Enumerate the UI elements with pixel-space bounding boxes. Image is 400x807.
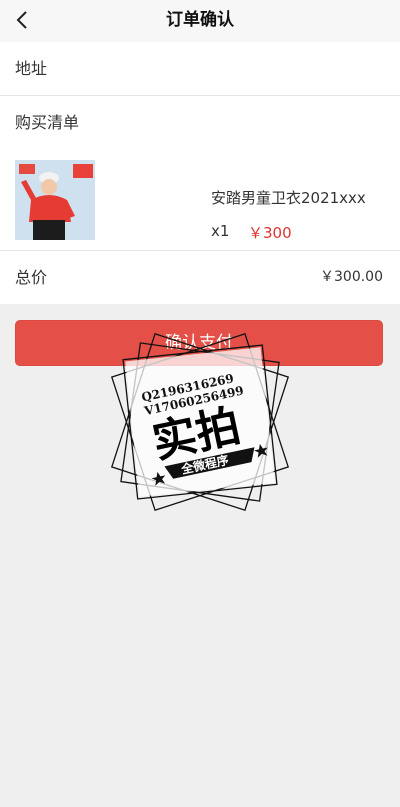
total-amount: ￥300.00 xyxy=(320,269,383,285)
product-thumbnail xyxy=(15,160,95,240)
purchase-list-header: 购买清单 xyxy=(0,96,400,149)
watermark-stamp: Q2196316269 V17060256499 实拍 全微程序 xyxy=(108,330,292,514)
page-title: 订单确认 xyxy=(166,10,234,30)
purchase-list-label: 购买清单 xyxy=(15,113,80,132)
address-label: 地址 xyxy=(15,59,48,78)
address-row[interactable]: 地址 xyxy=(0,42,400,96)
product-quantity: x1 xyxy=(211,222,230,240)
product-photo-icon xyxy=(15,160,95,240)
product-price: ￥300 xyxy=(248,224,292,242)
top-bar: 订单确认 xyxy=(0,0,400,42)
product-name: 安踏男童卫衣2021xxx xyxy=(211,189,366,207)
total-label: 总价 xyxy=(15,268,48,287)
total-row: 总价 ￥300.00 xyxy=(0,251,400,304)
